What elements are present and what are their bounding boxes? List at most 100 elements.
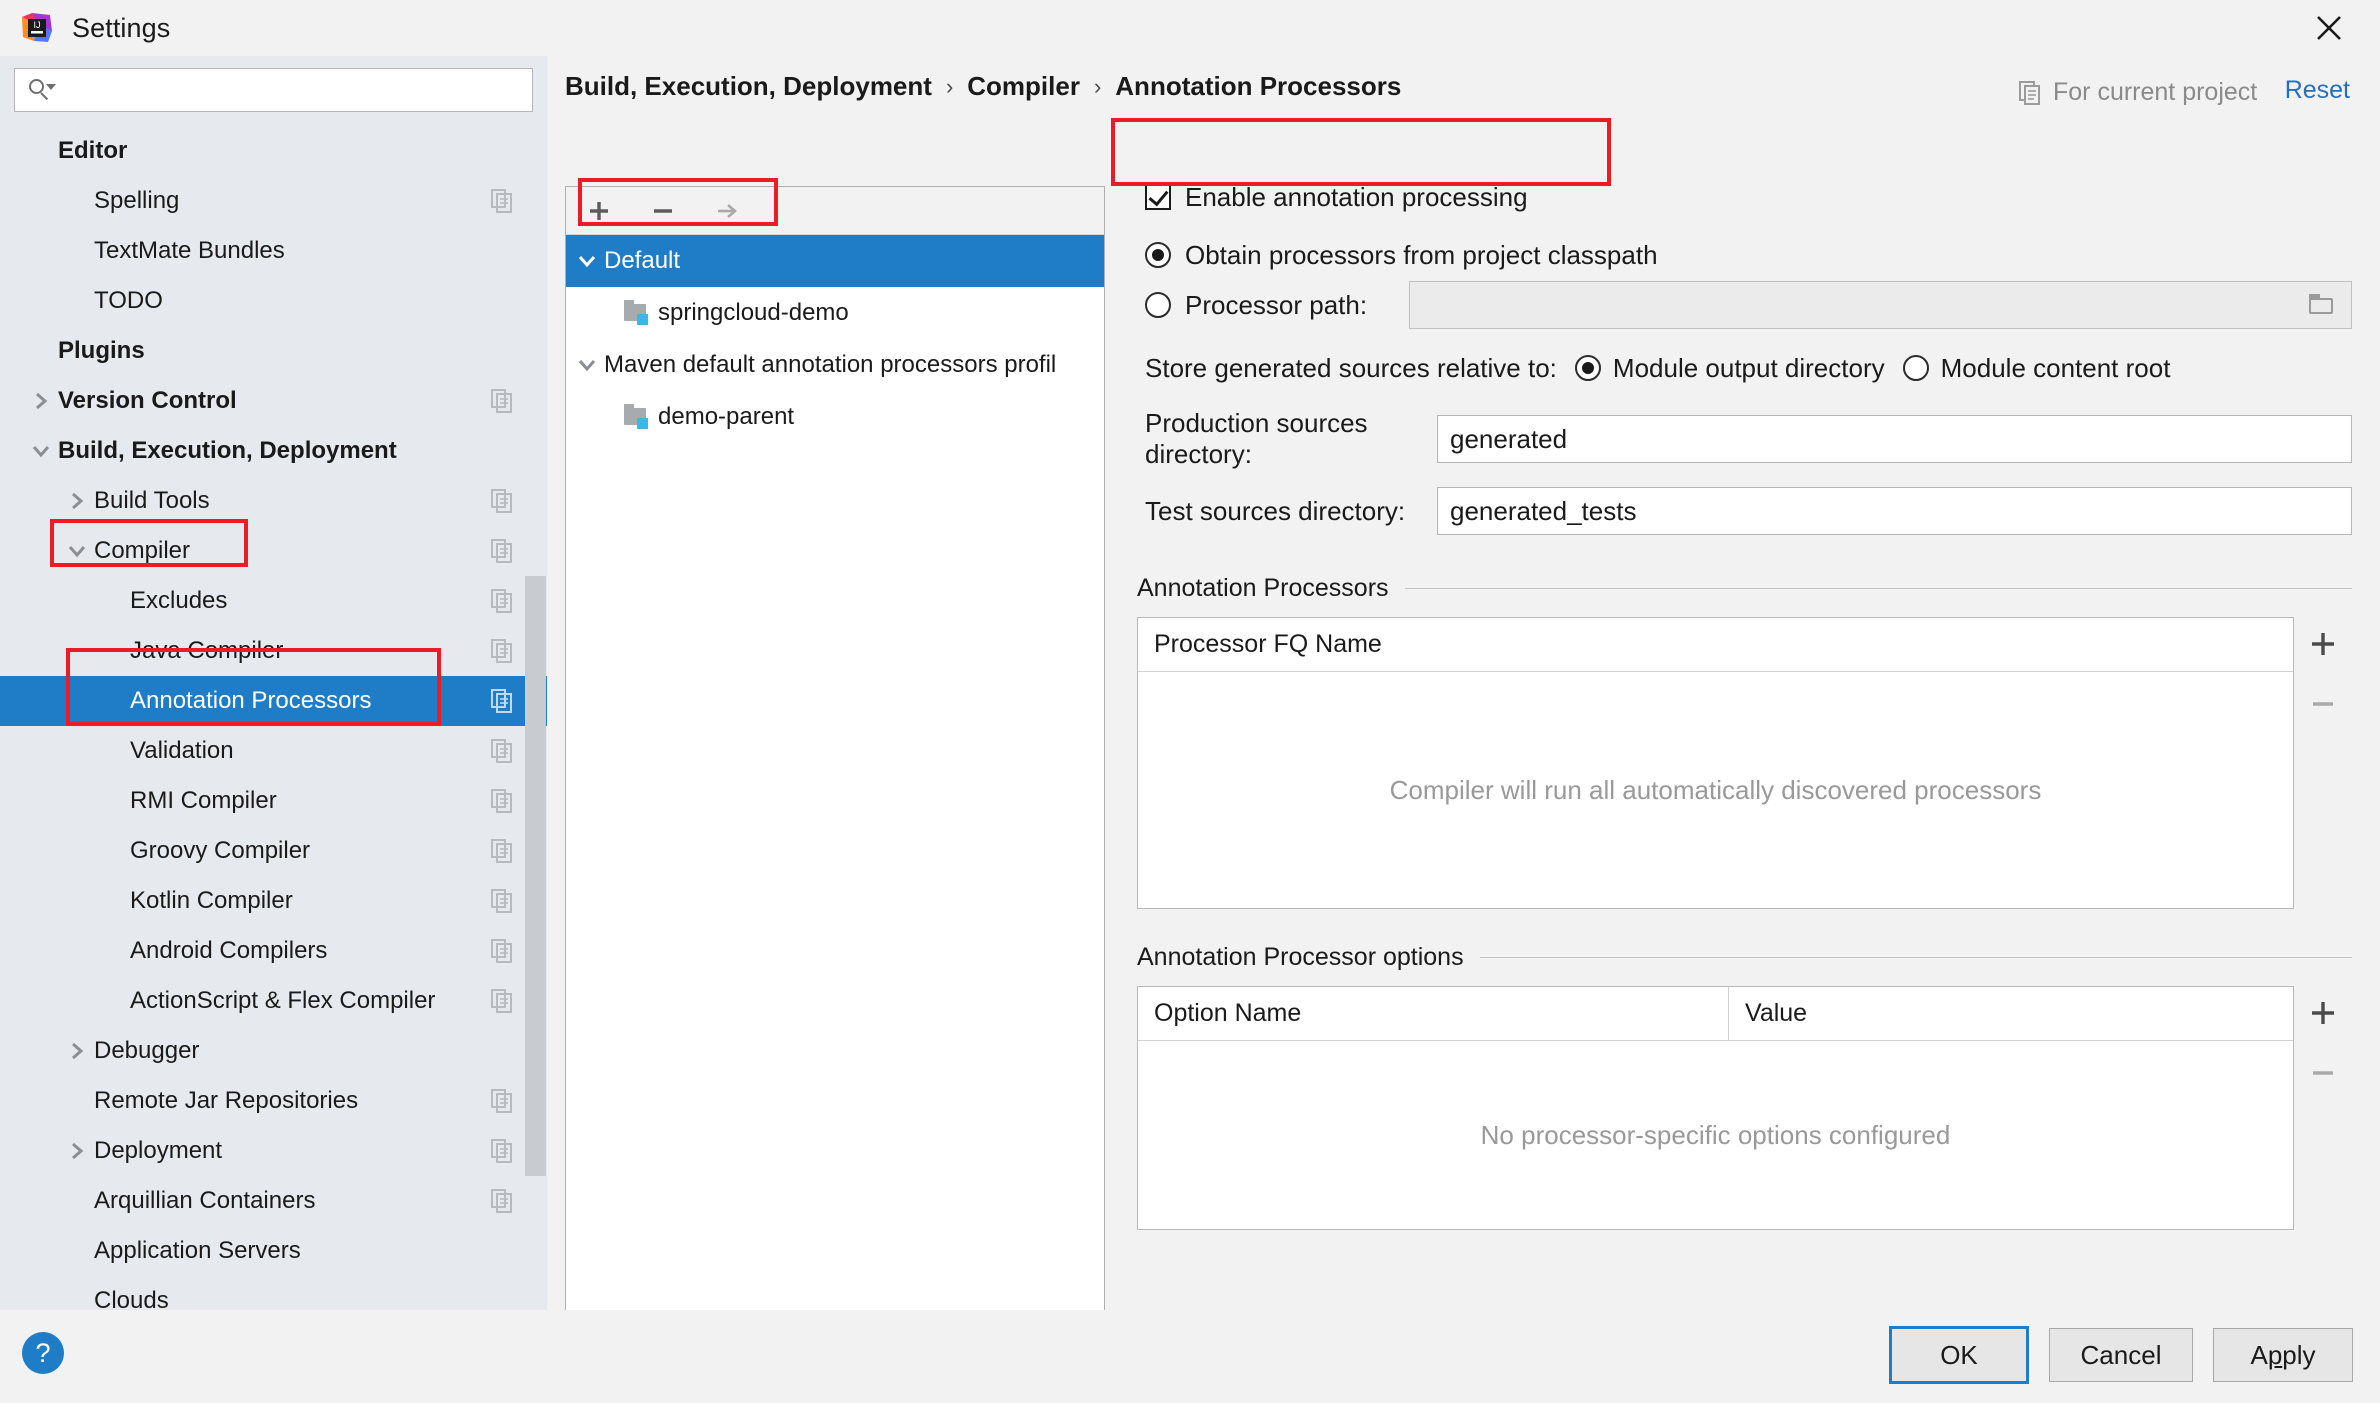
search-input[interactable] <box>53 70 532 110</box>
sidebar-item-actionscript-flex-compiler[interactable]: ActionScript & Flex Compiler <box>0 976 547 1026</box>
sidebar-item-debugger[interactable]: Debugger <box>0 1026 547 1076</box>
breadcrumb-separator: › <box>945 73 954 99</box>
chevron-down-icon[interactable] <box>570 251 604 271</box>
copy-icon[interactable] <box>489 1088 515 1114</box>
sidebar-item-build-tools[interactable]: Build Tools <box>0 476 547 526</box>
apply-button[interactable]: Ap ply <box>2213 1328 2353 1382</box>
processors-table-body[interactable]: Compiler will run all automatically disc… <box>1138 672 2293 908</box>
chevron-down-icon[interactable] <box>60 541 94 561</box>
sidebar-item-remote-jar-repositories[interactable]: Remote Jar Repositories <box>0 1076 547 1126</box>
sidebar-item-application-servers[interactable]: Application Servers <box>0 1226 547 1276</box>
module-output-directory-option[interactable]: Module output directory <box>1574 353 1885 384</box>
copy-icon[interactable] <box>489 938 515 964</box>
sidebar-item-excludes[interactable]: Excludes <box>0 576 547 626</box>
sidebar-item-java-compiler[interactable]: Java Compiler <box>0 626 547 676</box>
processors-column-header: Processor FQ Name <box>1154 630 1382 658</box>
copy-icon[interactable] <box>489 1188 515 1214</box>
sidebar-item-label: TODO <box>94 287 163 314</box>
sidebar-item-label: Arquillian Containers <box>94 1187 316 1214</box>
remove-profile-button[interactable] <box>648 196 678 226</box>
sidebar-item-android-compilers[interactable]: Android Compilers <box>0 926 547 976</box>
sidebar-item-validation[interactable]: Validation <box>0 726 547 776</box>
sidebar-item-editor[interactable]: Editor <box>0 126 547 176</box>
sidebar-item-textmate-bundles[interactable]: TextMate Bundles <box>0 226 547 276</box>
enable-annotation-processing-row[interactable]: Enable annotation processing <box>1145 174 2352 220</box>
sidebar-item-deployment[interactable]: Deployment <box>0 1126 547 1176</box>
sidebar-item-version-control[interactable]: Version Control <box>0 376 547 426</box>
chevron-right-icon[interactable] <box>24 391 58 411</box>
copy-icon[interactable] <box>489 688 515 714</box>
options-table-body[interactable]: No processor-specific options configured <box>1138 1041 2293 1229</box>
profile-tree-row[interactable]: demo-parent <box>566 391 1104 443</box>
breadcrumb-item[interactable]: Compiler <box>967 71 1080 102</box>
copy-icon[interactable] <box>489 638 515 664</box>
module-output-directory-radio[interactable] <box>1574 355 1601 381</box>
copy-icon[interactable] <box>489 388 515 414</box>
options-section-title: Annotation Processor options <box>1137 943 1464 971</box>
add-processor-button[interactable] <box>2306 627 2340 661</box>
sidebar-item-arquillian-containers[interactable]: Arquillian Containers <box>0 1176 547 1226</box>
sidebar-item-clouds[interactable]: Clouds <box>0 1276 547 1310</box>
copy-icon[interactable] <box>489 1138 515 1164</box>
processor-path-input[interactable] <box>1409 281 2352 329</box>
sidebar-item-rmi-compiler[interactable]: RMI Compiler <box>0 776 547 826</box>
copy-icon[interactable] <box>489 188 515 214</box>
remove-processor-button[interactable] <box>2306 687 2340 721</box>
sidebar-item-todo[interactable]: TODO <box>0 276 547 326</box>
remove-option-button[interactable] <box>2306 1056 2340 1090</box>
sidebar-item-annotation-processors[interactable]: Annotation Processors <box>0 676 547 726</box>
sidebar-item-kotlin-compiler[interactable]: Kotlin Compiler <box>0 876 547 926</box>
enable-annotation-processing-label: Enable annotation processing <box>1185 181 1528 212</box>
test-sources-input[interactable] <box>1437 487 2352 535</box>
processor-path-row[interactable]: Processor path: <box>1145 280 2352 330</box>
sidebar-item-plugins[interactable]: Plugins <box>0 326 547 376</box>
copy-icon[interactable] <box>489 988 515 1014</box>
question-mark-icon[interactable]: ? <box>22 1332 64 1374</box>
search-box[interactable] <box>14 68 533 112</box>
enable-annotation-processing-checkbox[interactable] <box>1145 184 1171 210</box>
production-sources-input[interactable] <box>1437 415 2352 463</box>
sidebar-item-build-execution-deployment[interactable]: Build, Execution, Deployment <box>0 426 547 476</box>
reset-link[interactable]: Reset <box>2285 76 2350 105</box>
chevron-right-icon[interactable] <box>60 1041 94 1061</box>
sidebar-item-label: Android Compilers <box>130 937 328 964</box>
copy-icon[interactable] <box>489 738 515 764</box>
module-content-root-option[interactable]: Module content root <box>1902 353 2170 384</box>
processor-path-radio[interactable] <box>1145 292 1171 318</box>
copy-icon[interactable] <box>489 538 515 564</box>
annotation-processor-options-section: Annotation Processor options Option Name… <box>1137 943 2352 1230</box>
profile-tree-row[interactable]: Maven default annotation processors prof… <box>566 339 1104 391</box>
copy-icon[interactable] <box>489 588 515 614</box>
chevron-down-icon[interactable] <box>24 441 58 461</box>
folder-icon[interactable] <box>2307 293 2337 317</box>
cancel-button[interactable]: Cancel <box>2049 1328 2193 1382</box>
breadcrumb-item[interactable]: Build, Execution, Deployment <box>565 71 932 102</box>
chevron-right-icon[interactable] <box>60 1141 94 1161</box>
copy-icon[interactable] <box>489 888 515 914</box>
close-icon[interactable] <box>2292 4 2366 52</box>
sidebar-item-label: Java Compiler <box>130 637 284 664</box>
breadcrumb-item[interactable]: Annotation Processors <box>1115 71 1401 102</box>
profile-tree-row[interactable]: springcloud-demo <box>566 287 1104 339</box>
obtain-from-classpath-row[interactable]: Obtain processors from project classpath <box>1145 230 2352 280</box>
add-profile-button[interactable] <box>584 196 614 226</box>
move-to-profile-button[interactable] <box>712 196 742 226</box>
ok-button[interactable]: OK <box>1889 1326 2029 1384</box>
sidebar-scrollbar[interactable] <box>525 576 546 1176</box>
copy-icon[interactable] <box>489 788 515 814</box>
module-content-root-radio[interactable] <box>1902 355 1929 381</box>
sidebar-item-spelling[interactable]: Spelling <box>0 176 547 226</box>
add-option-button[interactable] <box>2306 996 2340 1030</box>
sidebar-item-label: Deployment <box>94 1137 223 1164</box>
profile-tree-row[interactable]: Default <box>566 235 1104 287</box>
copy-icon[interactable] <box>489 488 515 514</box>
chevron-down-icon[interactable] <box>570 355 604 375</box>
sidebar-item-compiler[interactable]: Compiler <box>0 526 547 576</box>
processors-table-wrap: Processor FQ Name Compiler will run all … <box>1137 617 2352 909</box>
sidebar-tree: Editor Spelling TextMate Bundles TODO Plugin… <box>0 126 547 1310</box>
options-section-header: Annotation Processor options <box>1137 943 2352 972</box>
sidebar-item-groovy-compiler[interactable]: Groovy Compiler <box>0 826 547 876</box>
copy-icon[interactable] <box>489 838 515 864</box>
chevron-right-icon[interactable] <box>60 491 94 511</box>
obtain-from-classpath-radio[interactable] <box>1145 242 1171 268</box>
